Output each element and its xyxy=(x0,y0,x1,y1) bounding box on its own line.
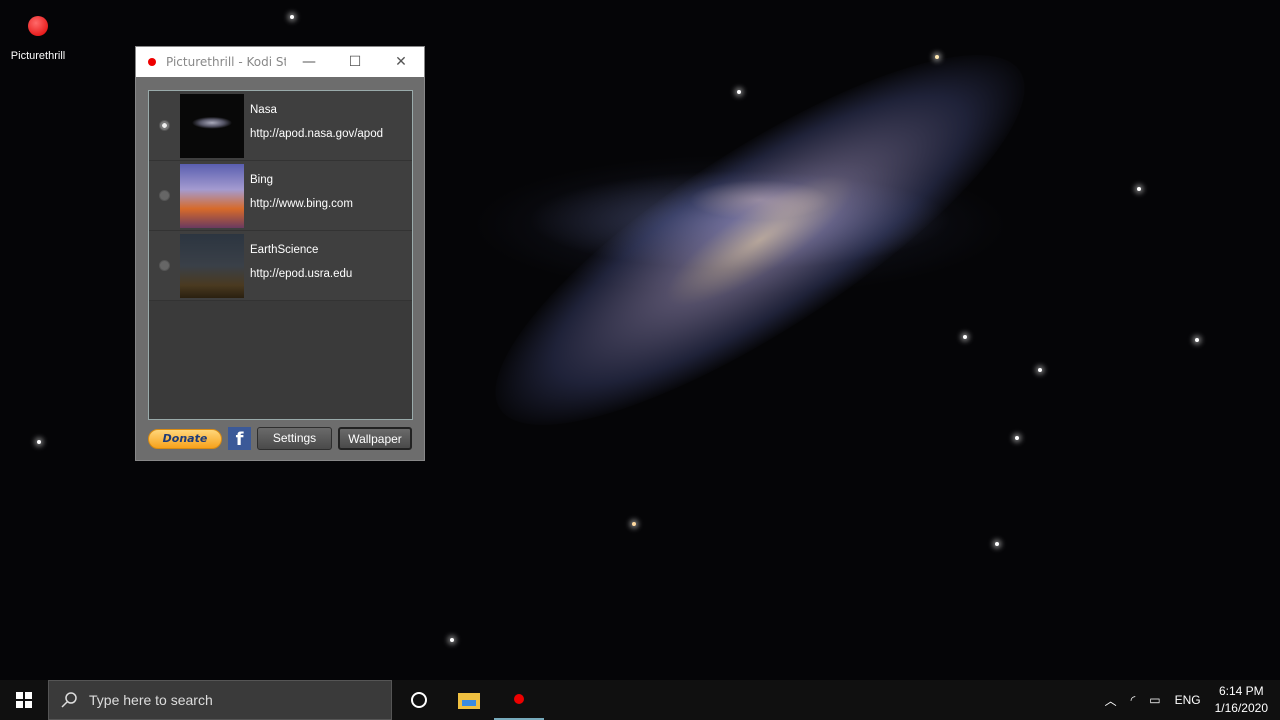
clock-time: 6:14 PM xyxy=(1218,684,1264,698)
source-name: Bing xyxy=(250,173,274,186)
galaxy-image xyxy=(450,0,1070,485)
start-button[interactable] xyxy=(0,680,48,720)
search-placeholder: Type here to search xyxy=(89,692,213,708)
donate-button[interactable]: Donate xyxy=(148,428,222,449)
star xyxy=(1038,368,1042,372)
source-name: Nasa xyxy=(250,103,277,116)
star xyxy=(37,440,41,444)
source-list: Nasa http://apod.nasa.gov/apod Bing http:/… xyxy=(148,90,413,420)
picturethrill-icon xyxy=(514,694,524,704)
source-url: http://epod.usra.edu xyxy=(250,267,353,280)
source-item-nasa[interactable]: Nasa http://apod.nasa.gov/apod xyxy=(149,91,412,161)
minimize-button[interactable]: — xyxy=(286,54,332,70)
search-box[interactable]: Type here to search xyxy=(48,680,392,720)
facebook-icon[interactable]: f xyxy=(228,427,251,450)
cortana-icon xyxy=(411,692,427,708)
language-indicator[interactable]: ENG xyxy=(1175,693,1201,707)
source-item-earthscience[interactable]: EarthScience http://epod.usra.edu xyxy=(149,231,412,301)
system-tray: ︿ ◜ ▭ ENG 6:14 PM 1/16/2020 xyxy=(1105,683,1280,717)
source-item-bing[interactable]: Bing http://www.bing.com xyxy=(149,161,412,231)
wifi-icon[interactable]: ◜ xyxy=(1131,693,1136,707)
star xyxy=(290,15,294,19)
bing-thumbnail xyxy=(180,163,244,228)
picturethrill-window: Picturethrill - Kodi St... — ☐ ✕ Nasa htt… xyxy=(135,46,425,461)
star xyxy=(1015,436,1019,440)
picturethrill-taskbar-button[interactable] xyxy=(494,680,544,720)
desktop-icon-picturethrill[interactable]: Picturethrill xyxy=(4,12,72,62)
wallpaper-button[interactable]: Wallpaper xyxy=(338,427,412,450)
source-radio[interactable] xyxy=(159,260,170,271)
star xyxy=(632,522,636,526)
star xyxy=(1195,338,1199,342)
star xyxy=(1137,187,1141,191)
star xyxy=(737,90,741,94)
star xyxy=(963,335,967,339)
app-icon xyxy=(144,54,160,70)
source-url: http://www.bing.com xyxy=(250,197,353,210)
source-radio[interactable] xyxy=(159,120,170,131)
star xyxy=(450,638,454,642)
folder-icon xyxy=(458,693,480,709)
taskbar: Type here to search ︿ ◜ ▭ ENG 6:14 PM 1/… xyxy=(0,680,1280,720)
source-radio[interactable] xyxy=(159,190,170,201)
file-explorer-button[interactable] xyxy=(444,680,494,720)
search-icon xyxy=(61,692,77,708)
nasa-thumbnail xyxy=(180,93,244,158)
battery-icon[interactable]: ▭ xyxy=(1149,693,1160,707)
desktop-icon-label: Picturethrill xyxy=(10,50,66,62)
picturethrill-icon xyxy=(28,16,48,36)
source-url: http://apod.nasa.gov/apod xyxy=(250,127,383,140)
star xyxy=(935,55,939,59)
clock-date: 1/16/2020 xyxy=(1214,701,1268,715)
earthscience-thumbnail xyxy=(180,233,244,298)
window-title: Picturethrill - Kodi St... xyxy=(166,55,286,69)
source-name: EarthScience xyxy=(250,243,319,256)
clock[interactable]: 6:14 PM 1/16/2020 xyxy=(1215,683,1268,717)
maximize-button[interactable]: ☐ xyxy=(332,54,378,70)
title-bar[interactable]: Picturethrill - Kodi St... — ☐ ✕ xyxy=(136,47,424,77)
star xyxy=(995,542,999,546)
windows-icon xyxy=(16,692,32,708)
chevron-up-icon[interactable]: ︿ xyxy=(1105,692,1117,709)
close-button[interactable]: ✕ xyxy=(378,54,424,70)
settings-button[interactable]: Settings xyxy=(257,427,332,450)
cortana-button[interactable] xyxy=(394,680,444,720)
